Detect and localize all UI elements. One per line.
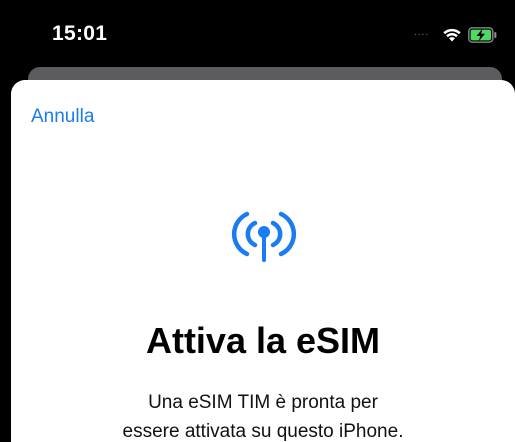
screen: 15:01 .... Annulla Attiva la eSIM Una eS…: [0, 0, 515, 442]
subtitle-line-2: essere attivata su questo iPhone.: [122, 421, 404, 442]
activation-sheet: Annulla Attiva la eSIM Una eSIM TIM è pr…: [11, 80, 515, 442]
signal-dots: ....: [414, 27, 430, 38]
wifi-icon: [443, 28, 461, 42]
sheet-title: Attiva la eSIM: [145, 320, 381, 361]
status-time: 15:01: [52, 22, 108, 45]
subtitle-line-1: Una eSIM TIM è pronta per: [148, 392, 378, 413]
sheet-subtitle: Una eSIM TIM è pronta per essere attivat…: [11, 388, 515, 442]
cancel-button[interactable]: Annulla: [31, 106, 94, 128]
battery-charging-icon: [468, 27, 497, 43]
status-bar: 15:01 ....: [0, 0, 515, 70]
antenna-signal-icon: [231, 211, 297, 262]
